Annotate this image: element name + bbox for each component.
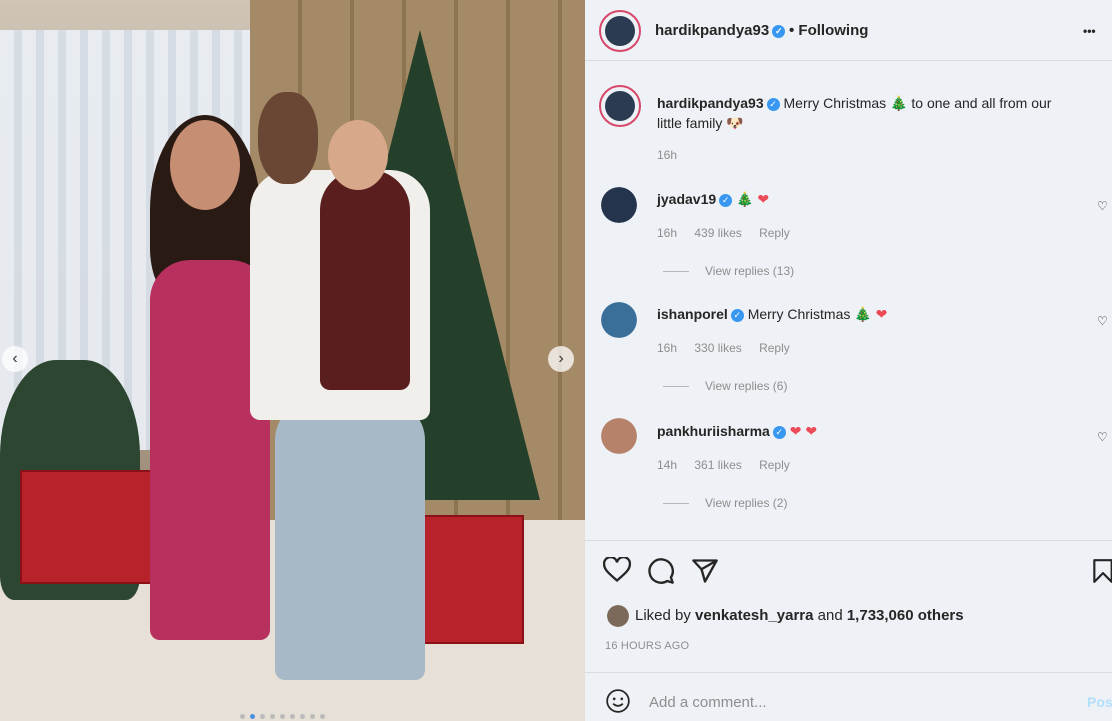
carousel-dot — [310, 714, 315, 719]
verified-icon: ✓ — [772, 25, 786, 38]
verified-icon: ✓ — [730, 309, 744, 322]
gift-box — [410, 515, 524, 644]
caption-rest: to one and all from our — [911, 95, 1052, 111]
carousel-dot — [270, 714, 275, 719]
comment-avatar[interactable] — [601, 187, 637, 223]
liker-username[interactable]: venkatesh_yarra — [695, 607, 813, 624]
carousel-dot — [240, 714, 245, 719]
smiley-icon[interactable] — [605, 688, 631, 714]
carousel-dot — [280, 714, 285, 719]
heart-emoji-icon: ❤ — [757, 191, 770, 207]
divider — [585, 540, 1112, 541]
carousel-dot — [290, 714, 295, 719]
carousel-dot — [300, 714, 305, 719]
caption-line2: little family — [657, 115, 723, 131]
comment-likes[interactable]: 361 likes — [694, 458, 741, 472]
share-icon[interactable] — [691, 557, 719, 585]
caption-avatar[interactable] — [599, 85, 641, 127]
comment: jyadav19 ✓ 🎄 ❤ — [657, 191, 769, 208]
likes-summary: Liked by venkatesh_yarra and 1,733,060 o… — [635, 607, 964, 624]
comment-like-icon[interactable]: ♡ — [1097, 199, 1108, 213]
comment-time: 16h — [657, 341, 678, 355]
likes-and: and — [817, 607, 843, 624]
post-photo[interactable]: ‹ › — [0, 0, 585, 721]
man-face — [258, 92, 318, 184]
post-timestamp: 16 HOURS AGO — [605, 640, 690, 652]
comment: pankhuriisharma ✓ ❤ ❤ — [657, 423, 817, 440]
more-options-icon[interactable]: ••• — [1083, 24, 1096, 38]
following-label[interactable]: Following — [798, 22, 868, 39]
reply-button[interactable]: Reply — [759, 341, 790, 355]
caption-username[interactable]: hardikpandya93 — [657, 95, 764, 111]
comment-username[interactable]: jyadav19 — [657, 191, 716, 207]
child-face — [328, 120, 388, 190]
view-replies-button[interactable]: View replies (13) — [663, 264, 794, 278]
comment-time: 16h — [657, 226, 678, 240]
carousel-dot — [260, 714, 265, 719]
comment-username[interactable]: ishanporel — [657, 306, 728, 322]
post-comment-button[interactable]: Post — [1087, 694, 1112, 710]
man-jeans — [275, 400, 425, 680]
heart-emoji-icon: ❤ — [805, 423, 818, 439]
comment-like-icon[interactable]: ♡ — [1097, 314, 1108, 328]
caption-time: 16h — [657, 148, 678, 162]
carousel-dot — [320, 714, 325, 719]
comment-avatar[interactable] — [601, 302, 637, 338]
comment-meta: 14h 361 likes Reply — [657, 458, 804, 472]
christmas-tree-icon: 🎄 — [890, 95, 908, 111]
liker-avatar[interactable] — [607, 605, 629, 627]
verified-icon: ✓ — [719, 194, 733, 207]
bookmark-icon[interactable] — [1092, 558, 1112, 584]
comment-input[interactable]: Add a comment... — [649, 694, 767, 711]
christmas-tree-icon: 🎄 — [854, 306, 872, 322]
christmas-tree-icon: 🎄 — [736, 191, 754, 207]
liked-by-label: Liked by — [635, 607, 691, 624]
divider — [585, 672, 1112, 673]
post-details-panel: hardikpandya93 ✓ • Following ••• hardikpa… — [585, 0, 1112, 721]
author-avatar[interactable] — [599, 10, 641, 52]
comment-avatar[interactable] — [601, 418, 637, 454]
carousel-dot-active — [250, 714, 255, 719]
heart-emoji-icon: ❤ — [875, 306, 888, 322]
carousel-dots — [240, 714, 325, 719]
heart-emoji-icon: ❤ — [789, 423, 802, 439]
view-replies-button[interactable]: View replies (6) — [663, 379, 787, 393]
likes-count[interactable]: 1,733,060 others — [847, 607, 964, 624]
view-replies-button[interactable]: View replies (2) — [663, 496, 787, 510]
verified-icon: ✓ — [766, 98, 780, 111]
view-replies-label[interactable]: View replies (6) — [705, 379, 787, 393]
woman-face — [170, 120, 240, 210]
dog-icon: 🐶 — [726, 115, 744, 131]
child-outfit — [320, 170, 410, 390]
heart-icon[interactable] — [603, 557, 631, 583]
reply-button[interactable]: Reply — [759, 226, 790, 240]
comment: ishanporel ✓ Merry Christmas 🎄 ❤ — [657, 306, 887, 323]
next-arrow-icon[interactable]: › — [548, 346, 574, 372]
author-name[interactable]: hardikpandya93 — [655, 22, 769, 39]
comment-time: 14h — [657, 458, 678, 472]
comment-like-icon[interactable]: ♡ — [1097, 430, 1108, 444]
following-button[interactable]: • Following — [789, 22, 868, 39]
prev-arrow-icon[interactable]: ‹ — [2, 346, 28, 372]
author-username[interactable]: hardikpandya93 ✓ — [655, 22, 786, 39]
comment-icon[interactable] — [647, 557, 675, 585]
post-header: hardikpandya93 ✓ • Following ••• — [585, 0, 1112, 61]
reply-button[interactable]: Reply — [759, 458, 790, 472]
caption-text: Merry Christmas — [783, 95, 887, 111]
comment-meta: 16h 330 likes Reply — [657, 341, 804, 355]
caption: hardikpandya93 ✓ Merry Christmas 🎄 to one… — [657, 93, 1097, 133]
verified-icon: ✓ — [772, 426, 786, 439]
view-replies-label[interactable]: View replies (13) — [705, 264, 794, 278]
view-replies-label[interactable]: View replies (2) — [705, 496, 787, 510]
comment-username[interactable]: pankhuriisharma — [657, 423, 770, 439]
comment-likes[interactable]: 439 likes — [694, 226, 741, 240]
comment-likes[interactable]: 330 likes — [694, 341, 741, 355]
comment-text: Merry Christmas — [747, 306, 851, 322]
comment-meta: 16h 439 likes Reply — [657, 226, 804, 240]
